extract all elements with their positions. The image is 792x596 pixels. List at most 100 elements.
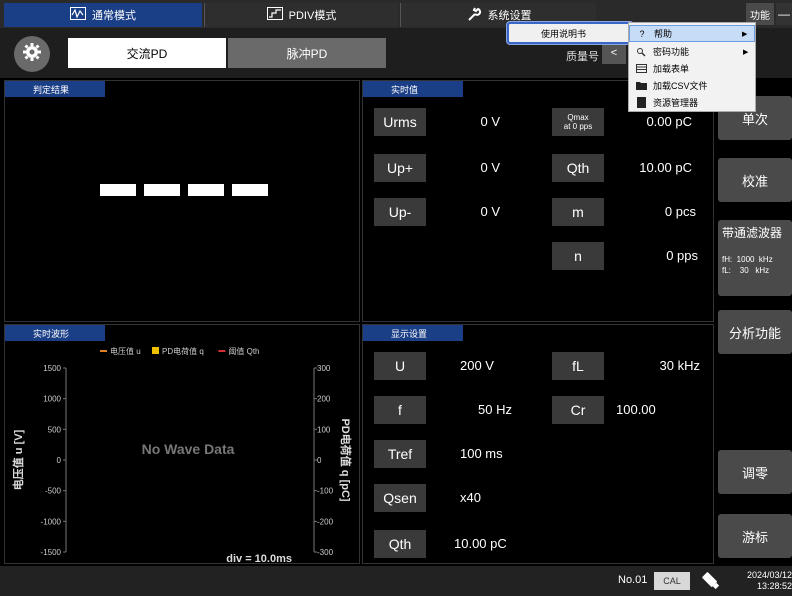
no-data-text: No Wave Data — [142, 441, 235, 457]
legend-swatch — [152, 347, 159, 354]
cr-setting-value: 100.00 — [616, 402, 656, 417]
fl-setting-button[interactable]: fL — [552, 352, 604, 380]
cursor-button[interactable]: 游标 — [718, 514, 792, 558]
model-number-label: 质量号 — [566, 51, 599, 63]
right-tick-label: -100 — [317, 487, 334, 496]
chevron-right-icon: ▶ — [743, 48, 749, 56]
table-icon — [629, 64, 653, 73]
m-label: m — [552, 198, 604, 226]
menu-item-explorer-label: 资源管理器 — [653, 98, 699, 108]
right-tick-label: 200 — [317, 395, 331, 404]
n-value: 0 pps — [666, 248, 698, 263]
record-number: No.01 — [618, 574, 648, 586]
gear-icon — [22, 42, 42, 67]
key-search-icon — [629, 47, 653, 57]
judge-result-segment — [100, 184, 136, 196]
menu-item-load-csv-label: 加载CSV文件 — [653, 81, 708, 91]
bandpass-filter-label: 带通滤波器 — [722, 226, 783, 240]
tab-normal-mode-label: 通常模式 — [92, 10, 136, 22]
qth-setting-value: 10.00 pC — [454, 536, 507, 551]
realtime-panel-title: 实时值 — [363, 81, 463, 97]
menu-item-explorer[interactable]: 资源管理器 — [629, 94, 755, 111]
tab-normal-mode[interactable]: 通常模式 — [4, 3, 202, 27]
calibrate-button[interactable]: 校准 — [718, 158, 792, 202]
rising-graph-icon — [266, 7, 283, 23]
analysis-button[interactable]: 分析功能 — [718, 310, 792, 354]
qsen-setting-button[interactable]: Qsen — [374, 484, 426, 512]
judge-result-panel: 判定结果 — [4, 80, 360, 322]
qmax-value: 0.00 pC — [646, 114, 692, 129]
fl-setting-value: 30 kHz — [659, 358, 700, 373]
datetime: 2024/03/12 13:28:52 — [740, 570, 792, 592]
x-axis-label: div = 10.0ms — [226, 553, 292, 564]
urms-value: 0 V — [480, 114, 500, 129]
up-minus-label: Up- — [374, 198, 426, 226]
left-tick-label: 500 — [48, 425, 62, 434]
cal-button[interactable]: CAL — [654, 572, 690, 590]
display-panel-title: 显示设置 — [363, 325, 463, 341]
waveform-panel-title: 实时波形 — [5, 325, 105, 341]
up-plus-value: 0 V — [480, 160, 500, 175]
zero-adjust-button[interactable]: 调零 — [718, 450, 792, 494]
left-tick-label: -1500 — [41, 548, 62, 557]
legend-label: 电压值 u — [110, 346, 141, 356]
left-tick-label: 1500 — [43, 364, 61, 373]
tab-pdiv-mode[interactable]: PDIV模式 — [204, 3, 398, 27]
m-value: 0 pcs — [664, 204, 696, 219]
settings-button[interactable] — [14, 36, 50, 72]
left-tick-label: 1000 — [43, 395, 61, 404]
date-text: 2024/03/12 — [746, 570, 792, 580]
f-setting-value: 50 Hz — [478, 402, 512, 417]
time-text: 13:28:52 — [756, 581, 792, 591]
bandpass-fl-value: fL: 30 kHz — [722, 266, 770, 275]
left-tick-label: 0 — [57, 456, 62, 465]
tab-pulse-pd[interactable]: 脉冲PD — [228, 38, 386, 68]
bandpass-fh-value: fH: 1000 kHz — [722, 255, 773, 264]
menu-item-password[interactable]: 密码功能 ▶ — [629, 43, 755, 60]
right-tick-label: -200 — [317, 517, 334, 526]
left-tick-label: -500 — [45, 487, 62, 496]
qth-realtime-label: Qth — [552, 154, 604, 182]
right-tick-label: 300 — [317, 364, 331, 373]
u-setting-value: 200 V — [460, 358, 494, 373]
cr-setting-button[interactable]: Cr — [552, 396, 604, 424]
urms-label: Urms — [374, 108, 426, 136]
u-setting-button[interactable]: U — [374, 352, 426, 380]
qth-setting-button[interactable]: Qth — [374, 530, 426, 558]
legend-label: PD电荷值 q — [162, 346, 204, 356]
minimize-button[interactable]: — — [776, 3, 792, 25]
right-tick-label: 0 — [317, 456, 322, 465]
qth-realtime-value: 10.00 pC — [639, 160, 692, 175]
qmax-label-line2: at 0 pps — [563, 122, 593, 131]
menu-item-load-form-label: 加载表单 — [653, 64, 690, 74]
f-setting-button[interactable]: f — [374, 396, 426, 424]
qmax-label-line1: Qmax — [567, 113, 589, 122]
question-icon: ? — [639, 28, 645, 39]
tab-system-settings-label: 系统设置 — [487, 10, 532, 22]
folder-icon — [629, 81, 653, 90]
app-window: 通常模式 PDIV模式 系统设置 功能 — 交流PD 脉冲PD 质量号 < 判定… — [0, 0, 792, 596]
chevron-right-icon: ▶ — [742, 30, 748, 38]
legend-label: 阈值 Qth — [228, 346, 259, 356]
n-label: n — [552, 242, 604, 270]
waveform-chart: 150010005000-500-1000-15003002001000-100… — [11, 346, 353, 564]
menu-item-load-form[interactable]: 加载表单 — [629, 60, 755, 77]
y-right-axis-label: PD电荷值 q [pC] — [339, 418, 353, 501]
left-tick-label: -1000 — [41, 517, 62, 526]
tab-ac-pd[interactable]: 交流PD — [68, 38, 226, 68]
right-tick-label: -300 — [317, 548, 334, 557]
qmax-label: Qmax at 0 pps — [552, 108, 604, 136]
model-prev-button[interactable]: < — [602, 42, 626, 64]
menu-item-load-csv[interactable]: 加载CSV文件 — [629, 77, 755, 94]
judge-result-segment — [232, 184, 268, 196]
wrench-icon — [466, 6, 482, 25]
menu-item-help[interactable]: ? 帮助 ▶ — [629, 25, 755, 42]
bandpass-filter-button[interactable]: 带通滤波器 fH: 1000 kHz fL: 30 kHz — [718, 220, 792, 296]
tref-setting-button[interactable]: Tref — [374, 440, 426, 468]
judge-result-segment — [188, 184, 224, 196]
menu-item-user-manual[interactable]: 使用说明书 — [507, 22, 633, 44]
usb-drive-icon — [700, 570, 722, 596]
document-icon — [629, 97, 653, 108]
judge-panel-title: 判定结果 — [5, 81, 105, 97]
wave-monitor-icon — [70, 7, 86, 23]
